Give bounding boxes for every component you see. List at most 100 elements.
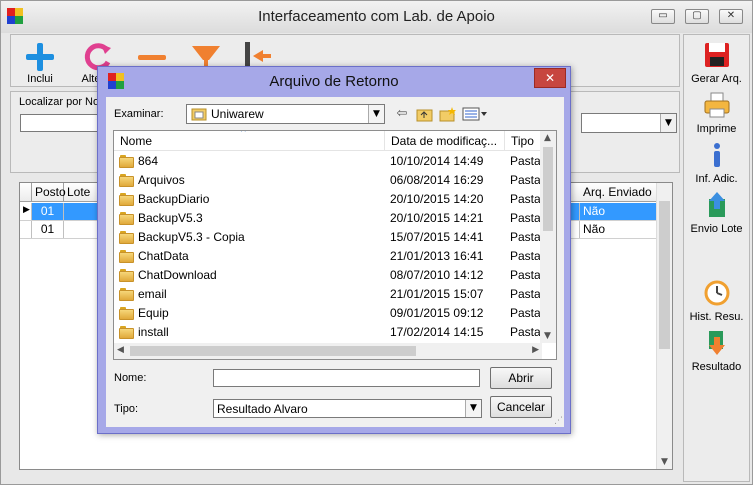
column-arq-enviado[interactable]: Arq. Enviado <box>580 183 657 202</box>
list-item[interactable]: ChatDownload 08/07/2010 14:12 Pasta <box>114 266 542 285</box>
restore-button[interactable]: ▢ <box>685 9 709 24</box>
file-type: Pasta <box>510 325 541 339</box>
scrollbar-thumb[interactable] <box>543 147 553 231</box>
look-in-value: Uniwarew <box>211 107 264 121</box>
chevron-right-icon[interactable]: ▶ <box>532 345 539 355</box>
file-list-vertical-scrollbar[interactable]: ▲ ▼ <box>540 131 556 343</box>
file-list-horizontal-scrollbar[interactable]: ◀ ▶ <box>114 343 542 359</box>
file-name: Equip <box>138 306 169 320</box>
cell-posto[interactable]: 01 <box>32 203 64 220</box>
main-titlebar[interactable]: Interfaceamento com Lab. de Apoio ▭ ▢ ✕ <box>1 1 752 33</box>
column-type[interactable]: Tipo <box>505 131 542 151</box>
folder-icon <box>119 288 134 301</box>
chevron-down-icon[interactable]: ▼ <box>660 114 676 132</box>
chevron-down-icon[interactable]: ▼ <box>368 105 384 123</box>
file-date: 15/07/2015 14:41 <box>390 230 484 244</box>
right-action-panel: Gerar Arq. Imprime Inf. Adic. Envio Lote <box>683 34 750 482</box>
grid-vertical-scrollbar[interactable]: ▼ <box>656 183 672 469</box>
list-item[interactable]: BackupDiario 20/10/2015 14:20 Pasta <box>114 190 542 209</box>
printer-icon <box>704 92 729 118</box>
chevron-down-icon[interactable]: ▼ <box>465 400 481 417</box>
file-type: Pasta <box>510 287 541 301</box>
file-date: 21/01/2013 16:41 <box>390 249 484 263</box>
file-date: 09/01/2015 09:12 <box>390 306 484 320</box>
chevron-up-icon[interactable]: ▲ <box>544 133 551 143</box>
list-item[interactable]: install 17/02/2014 14:15 Pasta <box>114 323 542 342</box>
dialog-body: Examinar: Uniwarew ▼ ⇦ Nome Data de modi… <box>106 97 564 427</box>
cell-posto[interactable]: 01 <box>32 221 64 238</box>
file-list: Nome Data de modificaç... Tipo ^ 864 10/1… <box>113 130 557 360</box>
file-type: Pasta <box>510 173 541 187</box>
file-name-input[interactable] <box>213 369 480 387</box>
window-title: Interfaceamento com Lab. de Apoio <box>258 8 495 25</box>
file-type: Pasta <box>510 230 541 244</box>
list-item[interactable]: ChatData 21/01/2013 16:41 Pasta <box>114 247 542 266</box>
file-type-label: Tipo: <box>114 403 139 415</box>
column-posto[interactable]: Posto <box>32 183 66 202</box>
back-arrow-icon[interactable]: ⇦ <box>392 106 412 124</box>
scrollbar-thumb[interactable] <box>130 346 416 356</box>
search-by-label: Localizar por Nom <box>19 96 109 108</box>
chevron-left-icon[interactable]: ◀ <box>117 345 124 355</box>
imprime-label: Imprime <box>696 123 737 135</box>
resize-grip-icon[interactable]: ⋰ <box>554 416 563 426</box>
file-name: 864 <box>138 154 159 168</box>
file-name: ChatDownload <box>138 268 217 282</box>
column-date[interactable]: Data de modificaç... <box>385 131 505 151</box>
file-date: 08/07/2010 14:12 <box>390 268 484 282</box>
scrollbar-thumb[interactable] <box>659 201 670 349</box>
file-type: Pasta <box>510 192 541 206</box>
hist-resu-button[interactable]: Hist. Resu. <box>684 279 749 323</box>
file-name: BackupDiario <box>138 192 210 206</box>
folder-icon <box>119 250 134 263</box>
cell-arq-enviado[interactable]: Não <box>580 221 657 238</box>
up-folder-icon[interactable] <box>415 106 435 124</box>
list-item[interactable]: 864 10/10/2014 14:49 Pasta <box>114 152 542 171</box>
folder-icon <box>119 326 134 339</box>
look-in-combo[interactable]: Uniwarew ▼ <box>186 104 385 124</box>
file-type: Pasta <box>510 306 541 320</box>
list-item[interactable]: BackupV5.3 20/10/2015 14:21 Pasta <box>114 209 542 228</box>
imprime-button[interactable]: Imprime <box>684 91 749 135</box>
inf-adic-button[interactable]: Inf. Adic. <box>684 141 749 185</box>
file-date: 10/10/2014 14:49 <box>390 154 484 168</box>
gerar-arq-label: Gerar Arq. <box>691 73 742 85</box>
folder-icon <box>119 155 134 168</box>
file-open-dialog: Arquivo de Retorno ✕ Examinar: Uniwarew … <box>97 66 571 434</box>
chevron-down-icon[interactable]: ▼ <box>544 331 551 341</box>
gerar-arq-button[interactable]: Gerar Arq. <box>684 41 749 85</box>
envio-lote-button[interactable]: Envio Lote <box>684 191 749 235</box>
file-name: install <box>138 325 169 339</box>
new-folder-icon[interactable] <box>438 106 458 124</box>
close-button[interactable]: ✕ <box>719 9 743 24</box>
list-item[interactable]: email 21/01/2015 15:07 Pasta <box>114 285 542 304</box>
file-name: BackupV5.3 <box>138 211 203 225</box>
folder-icon <box>119 212 134 225</box>
list-item[interactable]: Arquivos 06/08/2014 16:29 Pasta <box>114 171 542 190</box>
envio-lote-label: Envio Lote <box>690 223 743 235</box>
filter-combo[interactable]: ▼ <box>581 113 677 133</box>
upload-arrow-icon <box>708 192 725 217</box>
chevron-down-icon[interactable]: ▼ <box>661 457 668 467</box>
list-item[interactable]: Equip 09/01/2015 09:12 Pasta <box>114 304 542 323</box>
file-type-select[interactable]: Resultado Alvaro ▼ <box>213 399 482 418</box>
file-type: Pasta <box>510 249 541 263</box>
list-item[interactable]: BackupV5.3 - Copia 15/07/2015 14:41 Pasta <box>114 228 542 247</box>
column-name[interactable]: Nome <box>114 131 385 151</box>
file-name: BackupV5.3 - Copia <box>138 230 245 244</box>
clock-icon <box>704 280 729 306</box>
save-disk-icon <box>704 43 729 67</box>
resultado-button[interactable]: Resultado <box>684 329 749 373</box>
minimize-button[interactable]: ▭ <box>651 9 675 24</box>
cell-arq-enviado[interactable]: Não <box>580 203 657 220</box>
cancel-button[interactable]: Cancelar <box>490 396 552 418</box>
file-type: Pasta <box>510 211 541 225</box>
search-input[interactable] <box>20 114 100 132</box>
file-list-header: Nome Data de modificaç... Tipo ^ <box>114 131 542 151</box>
file-date: 21/01/2015 15:07 <box>390 287 484 301</box>
view-menu-icon[interactable] <box>461 106 489 124</box>
folder-icon <box>119 174 134 187</box>
open-button[interactable]: Abrir <box>490 367 552 389</box>
folder-icon <box>119 231 134 244</box>
dialog-close-button[interactable]: ✕ <box>534 68 566 88</box>
